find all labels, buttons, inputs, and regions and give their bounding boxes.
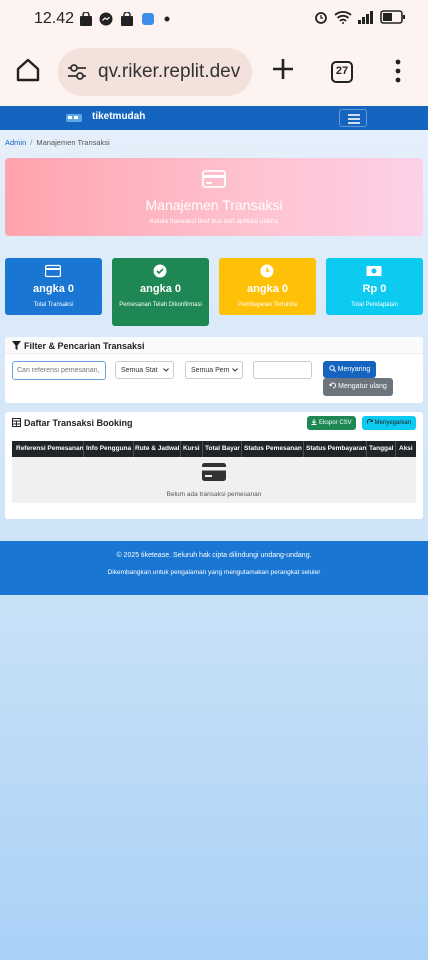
select-value: Semua Pem [191,367,230,374]
download-icon [311,419,317,425]
brand-name[interactable]: tiketmudah [92,111,145,122]
stat-value: angka 0 [247,283,288,295]
refresh-icon [367,419,373,424]
money-icon [366,266,382,276]
refresh-label: Menyegarkan [374,420,412,426]
column-header[interactable]: Info Pengguna [86,445,131,452]
stat-label: Total Pendapatan [351,302,398,308]
filter-title: Filter & Pencarian Transaksi [24,341,145,351]
footer-tagline: Dikembangkan untuk pengalaman yang mengu… [107,569,321,576]
search-input[interactable] [12,361,106,380]
stat-label: Pembayaran Tertunda [238,302,297,308]
column-header[interactable]: Aksi [399,445,413,452]
filter-button[interactable]: Menyaring [323,361,376,378]
select-value: Semua Stat [121,367,158,374]
column-header[interactable]: Status Pemesanan [244,445,302,452]
refresh-button[interactable]: Menyegarkan [362,416,416,430]
stat-value: angka 0 [140,283,181,295]
page-subtitle: Kelola transaksi tiket bus dari aplikasi… [150,218,278,225]
signal-icon [358,11,373,24]
column-header[interactable]: Tanggal [369,445,393,452]
undo-icon [329,382,337,389]
alarm-icon [315,12,327,24]
column-header[interactable]: Total Bayar [205,445,240,452]
credit-card-icon [45,264,61,278]
filter-card-header: Filter & Pencarian Transaksi [5,337,423,354]
shopping-bag-icon [121,12,133,26]
url-text: qv.riker.replit.dev [98,61,241,82]
payment-status-select[interactable]: Semua Pem [185,361,243,379]
top-navbar: tiketmudah [0,106,428,130]
page-hero: Manajemen Transaksi Kelola transaksi tik… [5,158,423,236]
messenger-icon [99,12,113,26]
status-time: 12.42 [34,10,75,27]
stat-card-total-revenue: Rp 0 Total Pendapatan [326,258,423,315]
empty-state-text: Belum ada transaksi pemesanan [166,491,262,498]
transactions-card: Daftar Transaksi Booking Ekspor CSV Meny… [5,412,423,519]
column-header[interactable]: Referensi Pemesanan [16,445,84,452]
new-tab-icon[interactable] [270,56,296,82]
stat-value: Rp 0 [362,283,387,295]
export-csv-button[interactable]: Ekspor CSV [307,416,356,430]
breadcrumb: Admin / Manajemen Transaksi [5,138,110,147]
table-header: Referensi Pemesanan Info Pengguna Rute &… [12,441,416,457]
wifi-icon [334,11,352,24]
booking-status-select[interactable]: Semua Stat [115,361,174,379]
table-title: Daftar Transaksi Booking [24,418,133,428]
web-page: tiketmudah Admin / Manajemen Transaksi Man… [0,106,428,960]
export-csv-label: Ekspor CSV [318,420,352,426]
site-settings-icon[interactable] [66,62,88,82]
breadcrumb-admin-link[interactable]: Admin [5,138,26,147]
status-bar: 12.42 [0,0,428,40]
filter-card: Filter & Pencarian Transaksi Semua Stat … [5,337,423,403]
app-icon [142,13,154,25]
brand-logo-icon[interactable] [64,110,86,126]
shopping-bag-icon [80,12,92,26]
battery-icon [380,10,405,24]
chevron-down-icon [163,368,169,372]
address-bar[interactable]: qv.riker.replit.dev [58,48,252,96]
column-header[interactable]: Rute & Jadwal [135,445,179,452]
filter-icon [12,341,21,350]
reset-button[interactable]: Mengatur ulang [323,378,393,396]
stat-card-confirmed-bookings: angka 0 Pemesanan Telah Dikonfirmasi [112,258,209,326]
footer-copyright: © 2025 tiketease. Seluruh hak cipta dili… [116,552,312,559]
navbar-toggler-button[interactable] [339,109,367,127]
home-icon[interactable] [14,56,42,84]
filter-button-label: Menyaring [337,366,371,373]
search-icon [328,365,336,372]
stat-card-pending-payments: angka 0 Pembayaran Tertunda [219,258,316,315]
more-menu-icon[interactable] [393,58,403,84]
stat-label: Total Transaksi [33,302,74,308]
check-circle-icon [153,264,167,278]
page-footer: © 2025 tiketease. Seluruh hak cipta dili… [0,541,428,595]
notification-dot-icon [164,16,170,22]
breadcrumb-current: Manajemen Transaksi [36,138,110,147]
stat-card-total-transactions: angka 0 Total Transaksi [5,258,102,315]
clock-icon [260,264,274,278]
credit-card-icon [202,170,226,188]
stat-label: Pemesanan Telah Dikonfirmasi [119,302,202,308]
column-header[interactable]: Status Pembayaran [306,445,366,452]
status-right-icons [314,10,406,24]
chevron-down-icon [232,368,238,372]
table-body-empty: Belum ada transaksi pemesanan [12,457,416,503]
column-header[interactable]: Kursi [183,445,200,452]
date-input[interactable] [253,361,312,379]
tab-switcher-button[interactable]: 27 [331,61,353,83]
reset-button-label: Mengatur ulang [338,383,387,390]
stat-value: angka 0 [33,283,74,295]
credit-card-icon [202,463,226,481]
page-title: Manajemen Transaksi [145,197,283,213]
browser-toolbar: qv.riker.replit.dev 27 [0,40,428,106]
table-icon [12,418,21,427]
